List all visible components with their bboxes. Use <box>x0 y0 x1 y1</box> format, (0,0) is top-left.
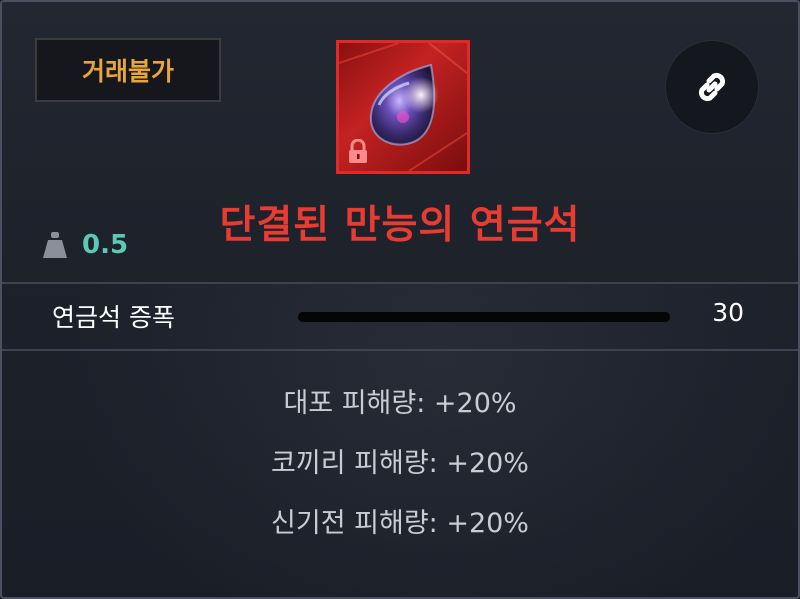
stat-row: 연금석 증폭 30 <box>2 284 798 348</box>
stat-value: 30 <box>712 298 744 327</box>
effects-list: 대포 피해량: +20% 코끼리 피해량: +20% 신기전 피해량: +20% <box>2 374 798 554</box>
trade-restriction-label: 거래불가 <box>81 57 174 86</box>
link-button[interactable] <box>665 40 759 134</box>
lock-icon <box>349 139 367 163</box>
item-tooltip: 거래불가 단결된 만능의 연금석 0.5 연금석 증폭 30 대포 피해량: +… <box>0 0 800 599</box>
effect-line: 대포 피해량: +20% <box>283 388 517 419</box>
weight-icon <box>43 232 67 258</box>
weight-value: 0.5 <box>82 230 129 260</box>
stat-label: 연금석 증폭 <box>52 303 175 332</box>
item-weight: 0.5 <box>42 230 128 260</box>
link-icon <box>698 72 726 102</box>
divider-bottom <box>2 349 798 351</box>
item-icon-frame <box>336 40 470 174</box>
stat-bar <box>298 312 670 322</box>
trade-restriction-badge: 거래불가 <box>35 38 221 102</box>
stat-bar-fill <box>298 312 670 322</box>
effect-line: 코끼리 피해량: +20% <box>271 448 529 479</box>
tooltip-header: 거래불가 단결된 만능의 연금석 0.5 <box>2 2 798 282</box>
effect-line: 신기전 피해량: +20% <box>271 508 529 539</box>
